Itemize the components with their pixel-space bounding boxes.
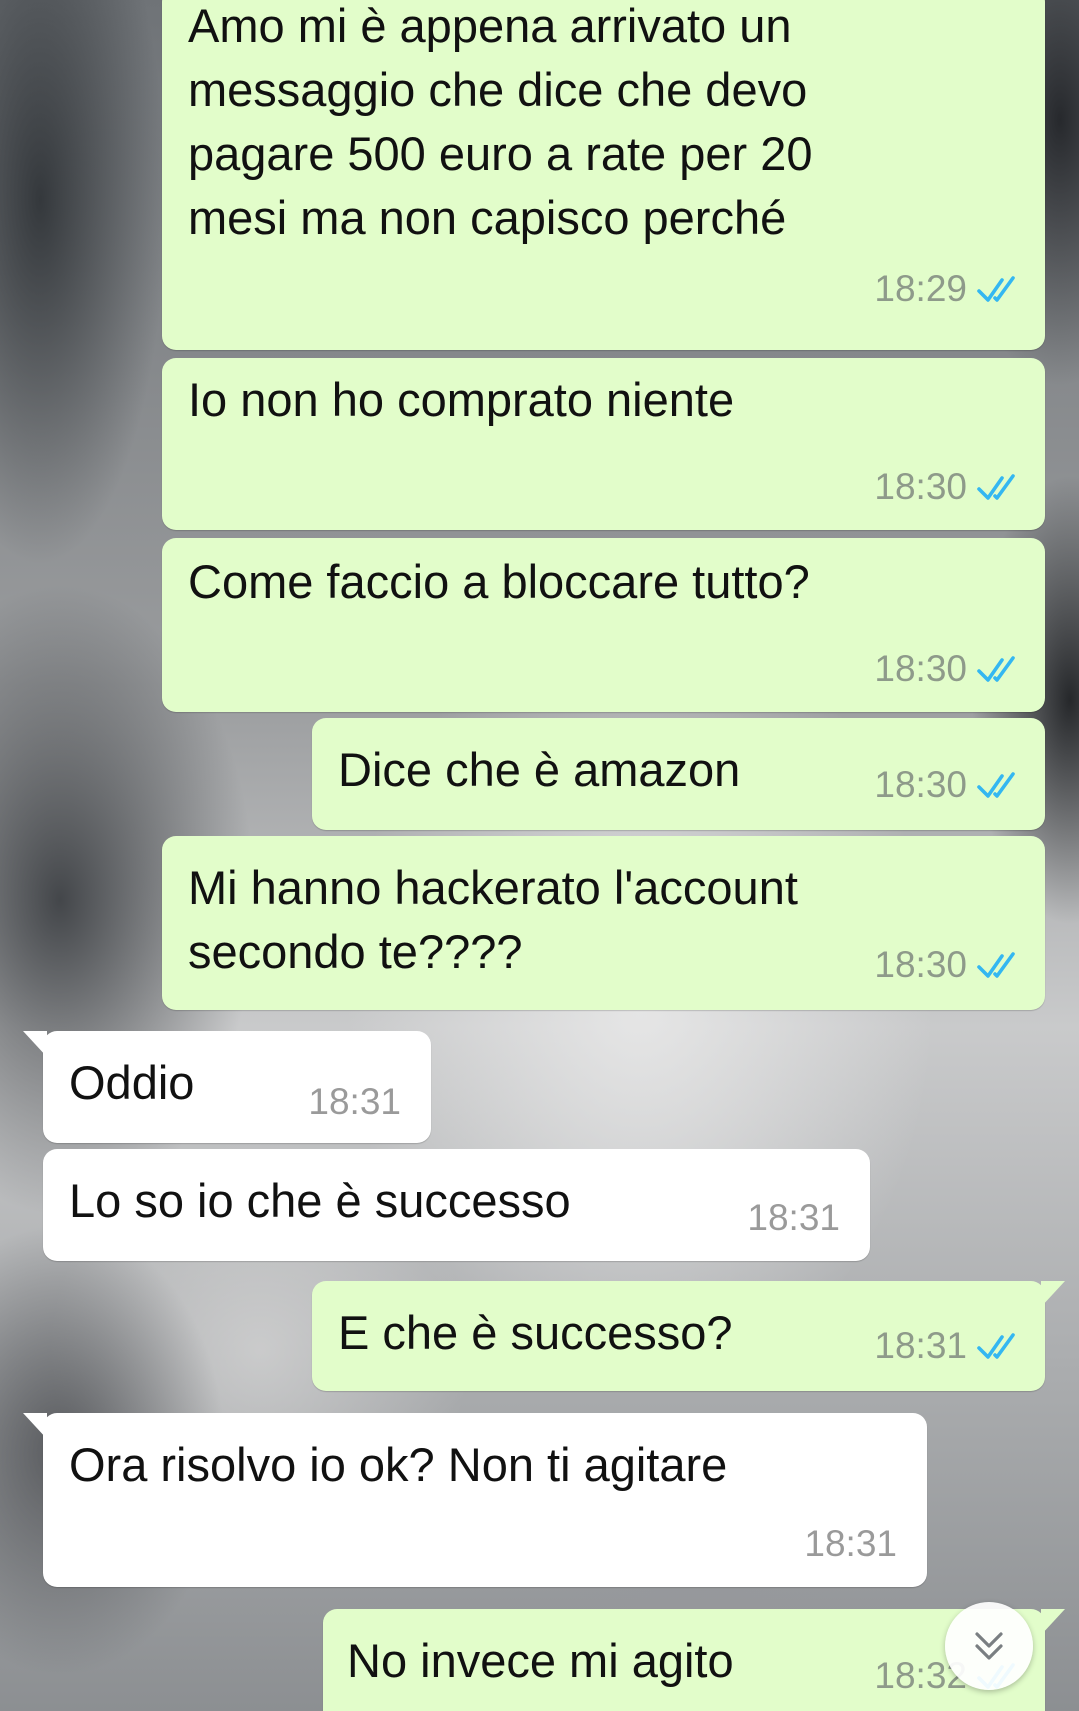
message-bubble-incoming[interactable]: Ora risolvo io ok? Non ti agitare 18:31	[23, 1413, 927, 1587]
message-meta: 18:30	[874, 764, 1023, 806]
bubble-tail	[1041, 1609, 1065, 1635]
double-check-read-icon	[977, 276, 1015, 302]
message-time: 18:30	[874, 648, 967, 689]
bubble-tail	[23, 1413, 47, 1439]
message-meta: 18:31	[874, 1325, 1023, 1367]
bubble-tail	[1041, 1281, 1065, 1307]
message-text: Mi hanno hackerato l'account secondo te?…	[188, 861, 798, 978]
message-bubble-outgoing[interactable]: E che è successo? 18:31	[312, 1281, 1065, 1391]
message-bubble-outgoing[interactable]: Mi hanno hackerato l'account secondo te?…	[162, 836, 1045, 1010]
message-time: 18:31	[747, 1197, 840, 1238]
message-meta: 18:31	[747, 1197, 840, 1239]
message-text: Io non ho comprato niente	[188, 373, 735, 426]
message-meta: 18:30	[874, 944, 1023, 986]
message-text: Ora risolvo io ok? Non ti agitare	[69, 1438, 728, 1491]
message-meta: 18:31	[804, 1523, 897, 1565]
bubble-tail	[23, 1031, 47, 1057]
message-text: Amo mi è appena arrivato un messaggio ch…	[188, 0, 813, 244]
message-bubble-outgoing[interactable]: Io non ho comprato niente 18:30	[162, 358, 1045, 530]
message-bubble-outgoing[interactable]: Dice che è amazon 18:30	[312, 718, 1045, 830]
message-text: Lo so io che è successo	[69, 1174, 571, 1227]
double-check-read-icon	[977, 952, 1015, 978]
message-meta: 18:31	[308, 1081, 401, 1123]
message-bubble-outgoing[interactable]: Come faccio a bloccare tutto? 18:30	[162, 538, 1045, 712]
double-check-read-icon	[977, 772, 1015, 798]
message-text: E che è successo?	[338, 1306, 733, 1359]
message-meta: 18:30	[874, 648, 1023, 690]
message-meta: 18:30	[874, 466, 1023, 508]
message-text: Come faccio a bloccare tutto?	[188, 555, 810, 608]
message-bubble-outgoing[interactable]: Amo mi è appena arrivato un messaggio ch…	[162, 0, 1045, 350]
chevrons-down-icon	[975, 1632, 1003, 1660]
message-meta: 18:29	[874, 268, 1023, 310]
message-bubble-incoming[interactable]: Oddio 18:31	[23, 1031, 431, 1143]
message-time: 18:31	[874, 1325, 967, 1366]
message-time: 18:30	[874, 764, 967, 805]
message-text: Dice che è amazon	[338, 743, 741, 796]
double-check-read-icon	[977, 1333, 1015, 1359]
double-check-read-icon	[977, 474, 1015, 500]
message-bubble-outgoing[interactable]: No invece mi agito 18:32	[323, 1609, 1065, 1711]
message-text: No invece mi agito	[347, 1634, 734, 1687]
message-time: 18:30	[874, 466, 967, 507]
message-bubble-incoming[interactable]: Lo so io che è successo 18:31	[43, 1149, 870, 1261]
message-time: 18:31	[308, 1081, 401, 1122]
message-time: 18:29	[874, 268, 967, 309]
chat-area[interactable]: Amo mi è appena arrivato un messaggio ch…	[0, 0, 1079, 1711]
message-time: 18:31	[804, 1523, 897, 1564]
message-time: 18:30	[874, 944, 967, 985]
double-check-read-icon	[977, 656, 1015, 682]
scroll-to-bottom-button[interactable]	[945, 1602, 1033, 1690]
message-text: Oddio	[69, 1056, 195, 1109]
